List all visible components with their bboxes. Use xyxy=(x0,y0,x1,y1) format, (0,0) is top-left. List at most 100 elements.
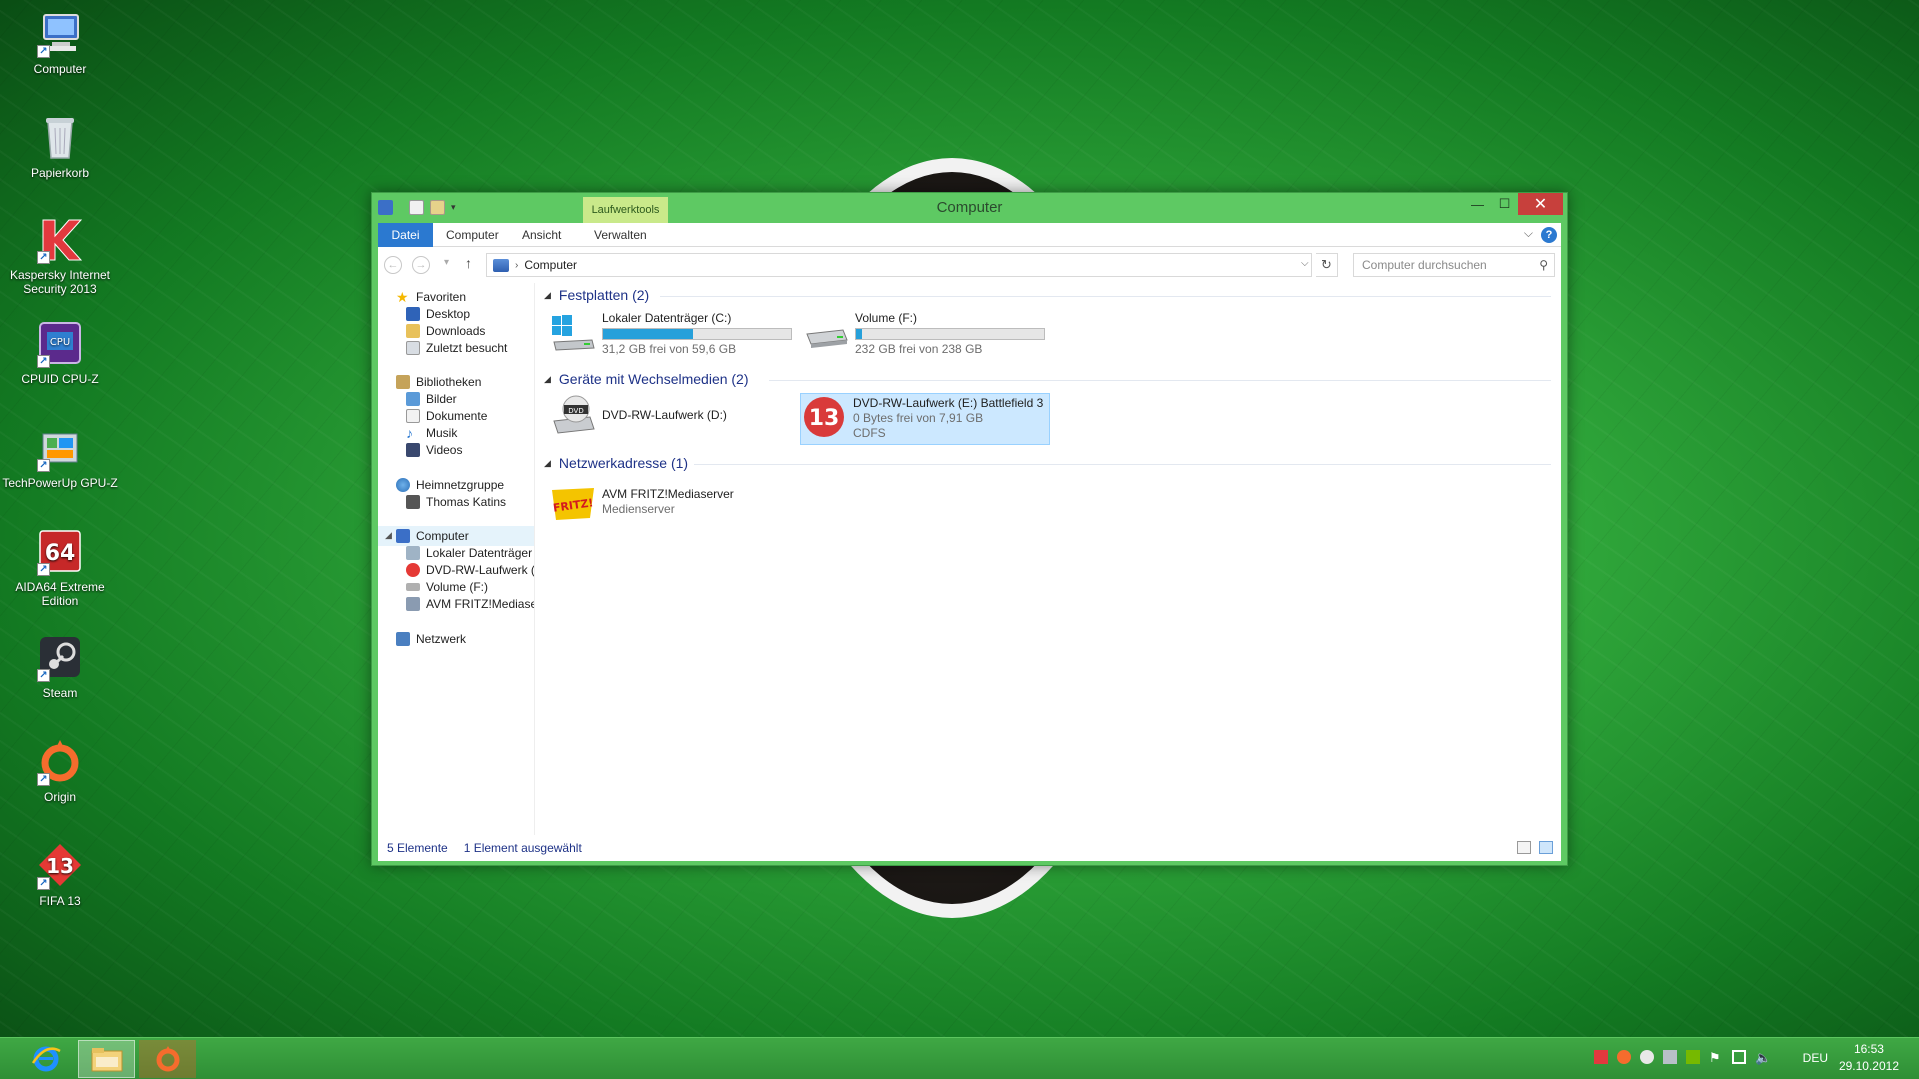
drive-f-name: Volume (F:) xyxy=(855,311,918,325)
nav-user[interactable]: Thomas Katins xyxy=(406,492,506,512)
group-collapse-icon[interactable]: ◢ xyxy=(544,374,551,385)
clock-date: 29.10.2012 xyxy=(1838,1059,1899,1073)
expand-ribbon-icon[interactable]: ⌵ xyxy=(1524,226,1533,241)
svg-text:CPU: CPU xyxy=(50,337,70,348)
nav-network[interactable]: Netzwerk xyxy=(396,629,466,649)
cpuz-icon: CPU ↗ xyxy=(35,318,85,368)
drive-tile-e-selected[interactable]: 13 DVD-RW-Laufwerk (E:) Battlefield 3 0 … xyxy=(800,393,1050,445)
group-header-removable[interactable]: ◢ Geräte mit Wechselmedien (2) xyxy=(544,371,749,387)
drive-e-filesystem: CDFS xyxy=(853,426,886,440)
group-header-network[interactable]: ◢ Netzwerkadresse (1) xyxy=(544,455,688,471)
input-language[interactable]: DEU xyxy=(1803,1051,1828,1065)
back-button[interactable]: ← xyxy=(384,256,402,274)
desktop-icon xyxy=(406,307,420,321)
pictures-icon xyxy=(406,392,420,406)
desktop-icon-kaspersky[interactable]: ↗ Kaspersky Internet Security 2013 xyxy=(2,214,118,296)
refresh-button[interactable]: ↻ xyxy=(1316,253,1338,277)
search-input[interactable] xyxy=(1362,258,1532,272)
taskbar-internet-explorer[interactable] xyxy=(17,1040,74,1078)
drive-tile-d[interactable]: DVD DVD-RW-Laufwerk (D:) xyxy=(550,393,800,445)
system-tray: ⚑ 🔈 xyxy=(1594,1050,1771,1065)
help-icon[interactable]: ? xyxy=(1541,227,1557,243)
address-dropdown-icon[interactable]: ⌵ xyxy=(1301,258,1309,269)
internet-explorer-icon xyxy=(31,1046,61,1072)
breadcrumb-separator-icon[interactable]: › xyxy=(515,260,518,271)
forward-button[interactable]: → xyxy=(412,256,430,274)
network-tray-icon[interactable] xyxy=(1732,1050,1746,1064)
search-icon[interactable]: ⚲ xyxy=(1539,258,1548,272)
device-tray-icon[interactable] xyxy=(1663,1050,1677,1064)
desktop-icon-cpuz[interactable]: CPU ↗ CPUID CPU-Z xyxy=(2,318,118,386)
clock[interactable]: 16:53 29.10.2012 xyxy=(1839,1041,1899,1075)
group-collapse-icon[interactable]: ◢ xyxy=(544,458,551,469)
aida64-icon: 64 ↗ xyxy=(35,526,85,576)
search-box[interactable]: ⚲ xyxy=(1353,253,1555,277)
selection-count: 1 Element ausgewählt xyxy=(463,841,582,855)
tab-manage[interactable]: Verwalten xyxy=(584,223,657,247)
windows-drive-icon xyxy=(550,309,596,355)
taskbar-file-explorer[interactable] xyxy=(78,1040,135,1078)
desktop-icon-fifa13[interactable]: 13 ↗ FIFA 13 xyxy=(2,840,118,908)
homegroup-icon xyxy=(396,478,410,492)
tab-view[interactable]: Ansicht xyxy=(512,223,571,247)
tiles-view-icon[interactable] xyxy=(1539,841,1553,854)
desktop-icon-steam[interactable]: ↗ Steam xyxy=(2,632,118,700)
desktop-icon-gpuz[interactable]: ↗ TechPowerUp GPU-Z xyxy=(2,422,118,490)
breadcrumb-computer[interactable]: Computer xyxy=(524,258,577,272)
address-field[interactable]: › Computer xyxy=(486,253,1312,277)
details-view-icon[interactable] xyxy=(1517,841,1531,854)
user-icon xyxy=(406,495,420,509)
action-center-flag-icon[interactable]: ⚑ xyxy=(1709,1050,1723,1065)
group-header-hard-disks[interactable]: ◢ Festplatten (2) xyxy=(544,287,649,303)
drive-f-usage-bar xyxy=(855,328,1045,340)
steam-tray-icon[interactable] xyxy=(1640,1050,1654,1064)
drive-f-usage-fill xyxy=(856,329,862,339)
window-title: Computer xyxy=(936,199,1003,216)
drive-tile-f[interactable]: Volume (F:) 232 GB frei von 238 GB xyxy=(803,309,1063,361)
file-explorer-icon xyxy=(91,1048,122,1072)
documents-icon xyxy=(406,409,420,423)
nav-fritz[interactable]: AVM FRITZ!Mediase xyxy=(406,594,534,614)
svg-text:13: 13 xyxy=(46,854,74,878)
media-server-tile-fritz[interactable]: FRITZ! AVM FRITZ!Mediaserver Medienserve… xyxy=(550,481,800,533)
drive-c-free: 31,2 GB frei von 59,6 GB xyxy=(602,342,737,356)
ribbon-tabs: Datei Computer Ansicht Verwalten ⌵ ? xyxy=(378,223,1561,247)
address-bar: ← → ▾ ↑ › Computer ⌵ ↻ ⚲ xyxy=(378,247,1561,283)
maximize-button[interactable]: ☐ xyxy=(1491,193,1518,215)
recent-locations-icon[interactable]: ▾ xyxy=(444,257,449,268)
desktop-icon-aida64[interactable]: 64 ↗ AIDA64 Extreme Edition xyxy=(2,526,118,608)
desktop-icon-recycle-bin[interactable]: Papierkorb xyxy=(2,112,118,180)
collapse-caret-icon[interactable]: ◢ xyxy=(385,530,392,541)
fritz-name: AVM FRITZ!Mediaserver xyxy=(602,487,734,501)
minimize-button[interactable]: — xyxy=(1464,193,1491,215)
drive-tile-c[interactable]: Lokaler Datenträger (C:) 31,2 GB frei vo… xyxy=(550,309,800,361)
kaspersky-icon: ↗ xyxy=(35,214,85,264)
title-bar[interactable]: ▾ Laufwerktools Computer — ☐ ✕ xyxy=(372,193,1567,223)
content-pane: ◢ Festplatten (2) Lokaler Datenträger (C… xyxy=(536,283,1561,835)
hard-drive-icon xyxy=(406,546,420,560)
drive-c-usage-fill xyxy=(603,329,694,339)
computer-icon: ↗ xyxy=(35,8,85,58)
tab-file[interactable]: Datei xyxy=(378,223,433,247)
window-controls: — ☐ ✕ xyxy=(1464,193,1563,215)
taskbar-origin[interactable] xyxy=(139,1040,196,1078)
desktop-icon-origin[interactable]: ↗ Origin xyxy=(2,736,118,804)
music-icon: ♪ xyxy=(406,425,413,441)
origin-tray-icon[interactable] xyxy=(1617,1050,1631,1064)
close-button[interactable]: ✕ xyxy=(1518,193,1563,215)
nav-recent[interactable]: Zuletzt besucht xyxy=(406,338,507,358)
volume-icon[interactable]: 🔈 xyxy=(1755,1050,1771,1065)
svg-text:DVD: DVD xyxy=(568,407,583,415)
group-collapse-icon[interactable]: ◢ xyxy=(544,290,551,301)
drive-d-name: DVD-RW-Laufwerk (D:) xyxy=(602,408,727,422)
up-button[interactable]: ↑ xyxy=(465,255,472,271)
nav-videos[interactable]: Videos xyxy=(406,440,462,460)
network-icon xyxy=(396,632,410,646)
computer-icon xyxy=(493,258,509,272)
nvidia-tray-icon[interactable] xyxy=(1686,1050,1700,1064)
drive-c-usage-bar xyxy=(602,328,792,340)
kaspersky-tray-icon[interactable] xyxy=(1594,1050,1608,1064)
desktop-icon-computer[interactable]: ↗ Computer xyxy=(2,8,118,76)
tab-computer[interactable]: Computer xyxy=(436,223,509,247)
computer-icon xyxy=(396,529,410,543)
